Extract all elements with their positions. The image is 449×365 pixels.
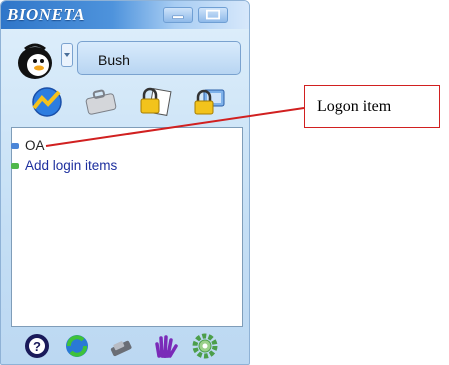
callout-pointer-line — [45, 107, 305, 147]
logon-item-callout: Logon item — [304, 85, 440, 128]
callout-label: Logon item — [317, 98, 392, 115]
